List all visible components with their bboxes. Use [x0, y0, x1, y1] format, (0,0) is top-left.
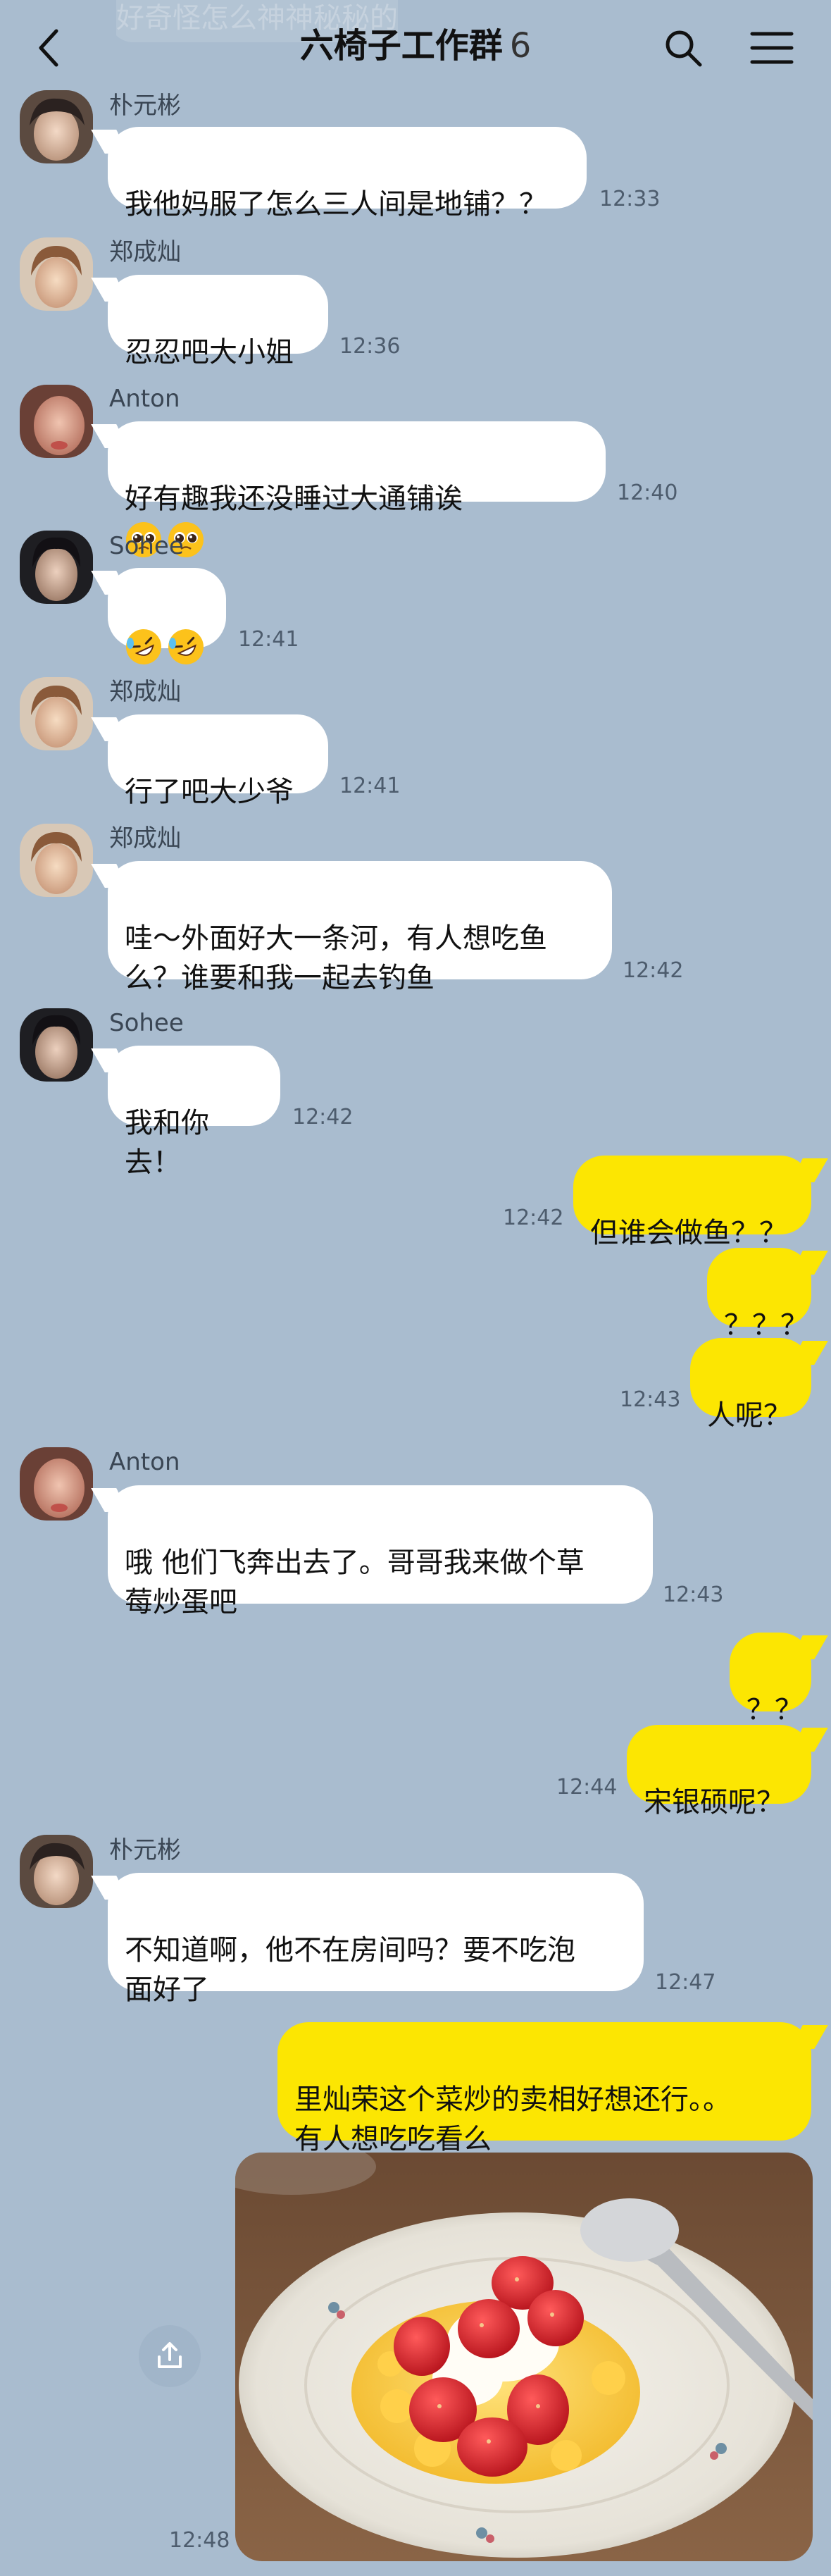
avatar-Anton[interactable]	[20, 1447, 93, 1521]
share-icon	[158, 2342, 182, 2368]
sender-name: 朴元彬	[109, 1836, 181, 1864]
avatar-郑成灿[interactable]	[20, 677, 93, 750]
message-bubble[interactable]: 我他妈服了怎么三人间是地铺？？	[108, 127, 587, 221]
message-text: 人呢？	[707, 1399, 792, 1432]
message-bubble[interactable]: 不知道啊，他不在房间吗？要不吃泡 面好了	[108, 1873, 644, 2006]
sender-name: 郑成灿	[109, 678, 181, 706]
message-bubble[interactable]: ？？？	[707, 1248, 811, 1342]
chat-header: 六椅子工作群 6	[0, 0, 831, 92]
message-text: ？？？	[724, 1309, 808, 1342]
message-bubble[interactable]: 宋银硕呢？	[627, 1725, 811, 1819]
avatar-photo	[20, 677, 93, 750]
avatar-photo	[20, 1835, 93, 1908]
avatar-photo	[20, 90, 93, 163]
sender-name: 郑成灿	[109, 238, 181, 266]
shared-photo[interactable]	[235, 2153, 813, 2561]
message-text: 宋银硕呢？	[644, 1786, 785, 1819]
sender-name: Anton	[109, 385, 180, 413]
avatar-郑成灿[interactable]	[20, 237, 93, 311]
message-bubble[interactable]: 里灿荣这个菜炒的卖相好想还行。。 有人想吃吃看么	[277, 2022, 811, 2155]
message-text: 忍忍吧大小姐	[125, 336, 294, 369]
avatar-郑成灿[interactable]	[20, 824, 93, 897]
rolling-on-floor-laughing-icon	[168, 629, 204, 664]
message-time: 12:42	[292, 1105, 354, 1129]
chat-title-text: 六椅子工作群	[299, 26, 503, 66]
avatar-photo	[20, 1447, 93, 1521]
message-time: 12:42	[623, 958, 684, 983]
message-time: 12:41	[339, 774, 401, 798]
message-time: 12:47	[655, 1970, 716, 1995]
message-time: 12:44	[556, 1775, 618, 1800]
avatar-photo	[20, 1008, 93, 1082]
avatar-photo	[20, 237, 93, 311]
message-time: 12:43	[663, 1583, 724, 1607]
sender-name: 朴元彬	[109, 92, 181, 120]
message-bubble[interactable]: 行了吧大少爷	[108, 714, 328, 808]
message-bubble[interactable]: 哇～外面好大一条河，有人想吃鱼 么？谁要和我一起去钓鱼	[108, 861, 612, 994]
message-bubble[interactable]: 我和你去！	[108, 1046, 280, 1179]
share-button[interactable]	[139, 2325, 201, 2387]
message-text: 不知道啊，他不在房间吗？要不吃泡 面好了	[125, 1934, 575, 2006]
sender-name: Sohee	[109, 532, 184, 560]
message-time: 12:40	[617, 481, 678, 505]
sender-name: Anton	[109, 1448, 180, 1476]
message-bubble[interactable]: 哦 他们飞奔出去了。哥哥我来做个草 莓炒蛋吧	[108, 1485, 653, 1618]
message-text: 我他妈服了怎么三人间是地铺？？	[125, 188, 547, 221]
message-time: 12:42	[503, 1206, 564, 1230]
message-time: 12:41	[238, 627, 299, 652]
avatar-Sohee[interactable]	[20, 531, 93, 604]
avatar-Sohee[interactable]	[20, 1008, 93, 1082]
message-bubble[interactable]	[108, 568, 226, 664]
search-button[interactable]	[655, 20, 711, 76]
message-time: 12:43	[620, 1387, 681, 1412]
message-bubble[interactable]: 好有趣我还没睡过大通铺诶	[108, 421, 606, 557]
message-text: 里灿荣这个菜炒的卖相好想还行。。 有人想吃吃看么	[294, 2083, 731, 2155]
member-count: 6	[509, 26, 532, 66]
hamburger-menu-icon	[750, 32, 794, 64]
message-bubble[interactable]: 但谁会做鱼？？	[573, 1156, 811, 1249]
message-time: 12:33	[599, 187, 661, 211]
message-bubble[interactable]: ？？	[730, 1633, 811, 1726]
message-text: 哇～外面好大一条河，有人想吃鱼 么？谁要和我一起去钓鱼	[125, 922, 547, 994]
message-text: 我和你去！	[125, 1107, 209, 1179]
message-text: 行了吧大少爷	[125, 776, 294, 808]
menu-button[interactable]	[744, 20, 800, 76]
sender-name: 郑成灿	[109, 824, 181, 853]
avatar-朴元彬[interactable]	[20, 90, 93, 163]
rolling-on-floor-laughing-icon	[126, 629, 161, 664]
avatar-photo	[20, 531, 93, 604]
message-text: 哦 他们飞奔出去了。哥哥我来做个草 莓炒蛋吧	[125, 1547, 585, 1618]
message-time: 12:36	[339, 334, 401, 359]
message-bubble[interactable]: 忍忍吧大小姐	[108, 275, 328, 369]
search-icon	[666, 30, 702, 67]
message-bubble[interactable]: 人呢？	[690, 1338, 811, 1432]
message-time: 12:48	[169, 2528, 230, 2553]
avatar-photo	[20, 824, 93, 897]
message-text: 但谁会做鱼？？	[590, 1217, 787, 1249]
sender-name: Sohee	[109, 1009, 184, 1037]
avatar-Anton[interactable]	[20, 385, 93, 458]
strawberry-egg-photo	[235, 2153, 813, 2561]
avatar-photo	[20, 385, 93, 458]
message-text: 好有趣我还没睡过大通铺诶	[125, 483, 463, 515]
avatar-朴元彬[interactable]	[20, 1835, 93, 1908]
message-text: ？？	[746, 1694, 803, 1726]
